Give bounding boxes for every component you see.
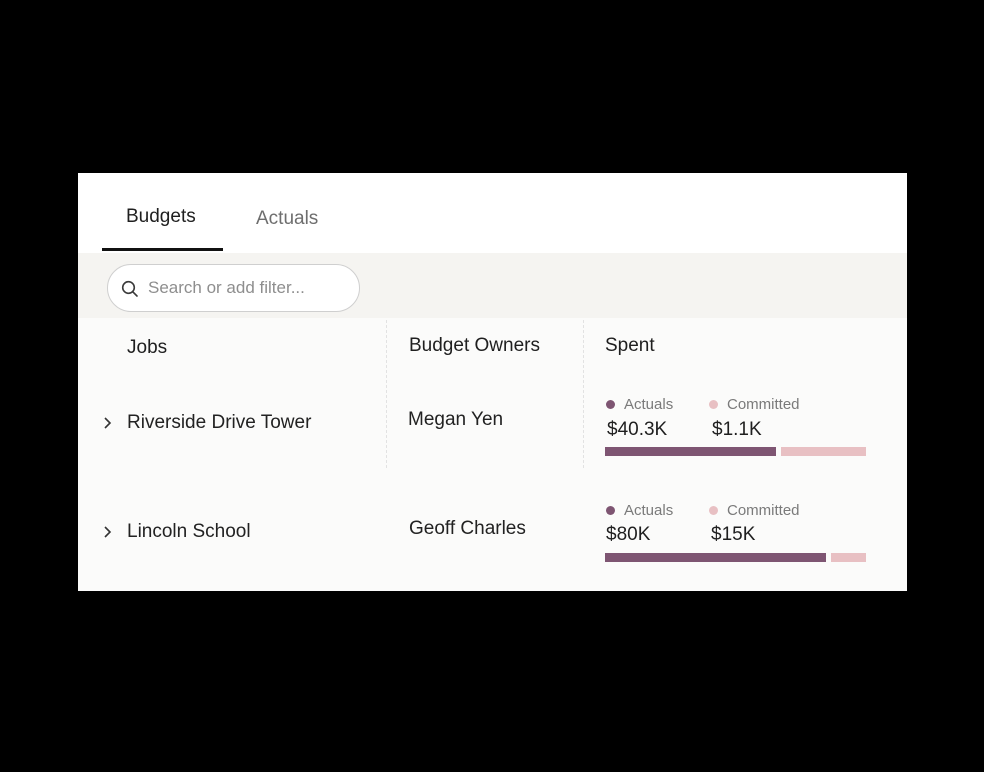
actuals-legend-dot bbox=[606, 400, 615, 409]
budget-owner: Geoff Charles bbox=[409, 518, 526, 539]
committed-legend-label: Committed bbox=[727, 502, 800, 519]
job-name[interactable]: Lincoln School bbox=[127, 521, 251, 543]
column-divider bbox=[583, 320, 584, 468]
budget-owner: Megan Yen bbox=[408, 409, 504, 430]
actuals-amount: $80K bbox=[606, 524, 651, 545]
committed-bar bbox=[781, 447, 866, 456]
search-icon bbox=[121, 280, 138, 297]
committed-legend-dot bbox=[709, 400, 718, 409]
search-input[interactable] bbox=[148, 277, 348, 299]
actuals-legend-dot bbox=[606, 506, 615, 515]
chevron-right-icon[interactable] bbox=[102, 525, 114, 539]
column-header-jobs: Jobs bbox=[127, 337, 168, 358]
chevron-right-icon[interactable] bbox=[102, 416, 114, 430]
actuals-legend-label: Actuals bbox=[624, 502, 674, 519]
committed-amount: $1.1K bbox=[712, 419, 762, 440]
actuals-amount: $40.3K bbox=[607, 419, 668, 440]
committed-legend-label: Committed bbox=[727, 396, 800, 413]
committed-legend-dot bbox=[709, 506, 718, 515]
budget-panel: Budgets Actuals Jobs Budget Owners Spent… bbox=[78, 173, 907, 591]
column-header-spent: Spent bbox=[605, 335, 655, 356]
committed-bar bbox=[831, 553, 866, 562]
tab-budgets[interactable]: Budgets bbox=[126, 206, 196, 228]
tab-actuals[interactable]: Actuals bbox=[256, 208, 318, 230]
column-divider bbox=[386, 320, 387, 468]
active-tab-indicator bbox=[102, 248, 223, 251]
actuals-bar bbox=[605, 447, 776, 456]
column-header-budget-owners: Budget Owners bbox=[409, 335, 540, 356]
tab-bar: Budgets Actuals bbox=[78, 173, 907, 253]
search-box[interactable] bbox=[107, 264, 360, 312]
actuals-bar bbox=[605, 553, 826, 562]
job-name[interactable]: Riverside Drive Tower bbox=[127, 412, 311, 434]
committed-amount: $15K bbox=[711, 524, 756, 545]
actuals-legend-label: Actuals bbox=[624, 396, 674, 413]
